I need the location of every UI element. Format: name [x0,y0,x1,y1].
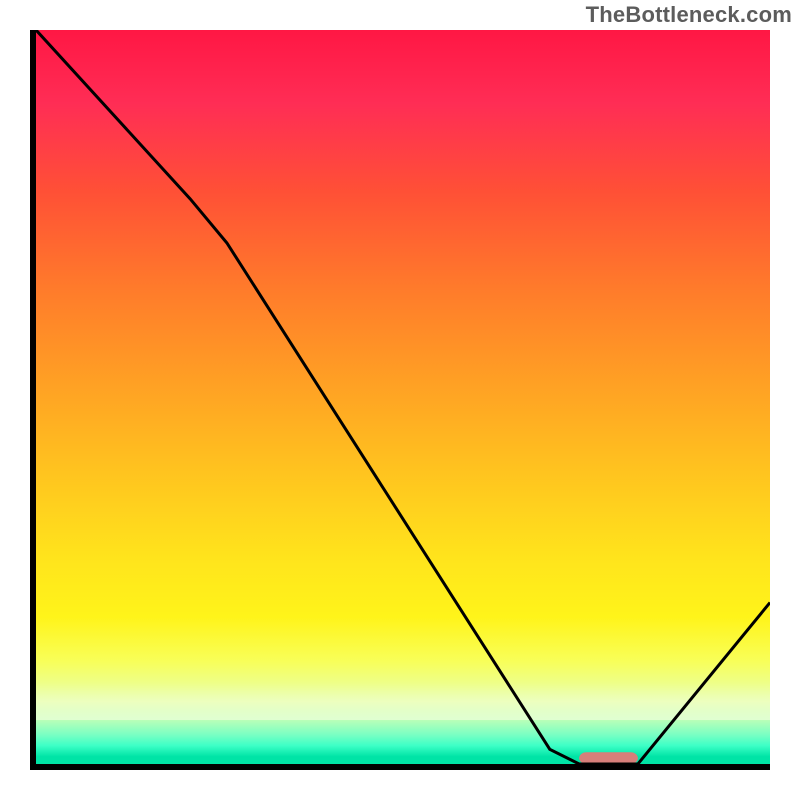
y-axis [30,30,36,770]
optimum-marker [579,752,638,764]
chart-container: TheBottleneck.com [0,0,800,800]
curve-layer [36,30,770,764]
x-axis [30,764,770,770]
bottleneck-curve [36,30,770,764]
plot-area [36,30,770,764]
watermark-text: TheBottleneck.com [586,2,792,28]
